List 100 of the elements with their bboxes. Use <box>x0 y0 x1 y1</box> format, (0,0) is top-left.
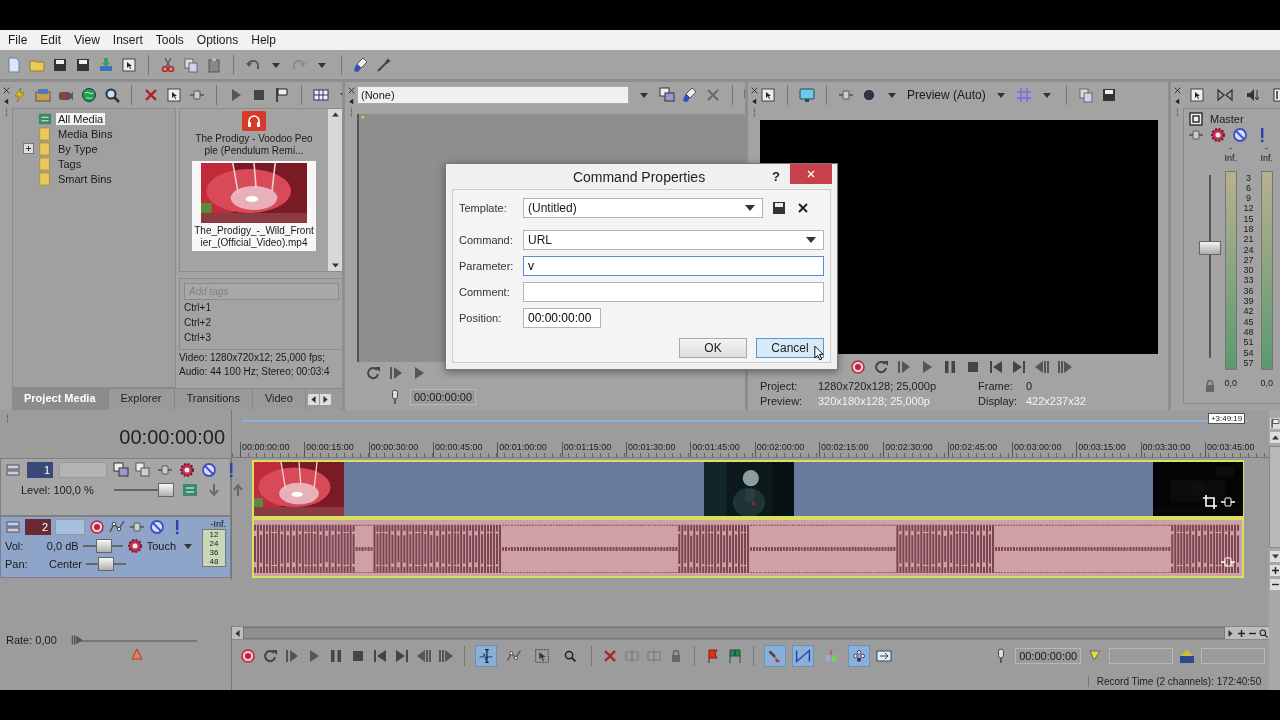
cut-icon[interactable] <box>160 56 176 73</box>
paste-icon[interactable] <box>206 56 222 73</box>
circle-icon[interactable] <box>861 87 877 103</box>
clear-icon[interactable] <box>705 87 721 103</box>
undock-icon[interactable] <box>346 97 356 106</box>
brush-icon[interactable] <box>353 56 369 73</box>
tree-item[interactable]: All Media <box>56 112 106 125</box>
menu-item[interactable]: Tools <box>150 33 192 47</box>
auto-scroll-icon[interactable] <box>876 648 892 664</box>
pause-icon[interactable] <box>328 648 344 664</box>
menu-item[interactable]: Options <box>191 33 247 47</box>
track-name-field[interactable] <box>55 519 85 535</box>
undock-icon[interactable] <box>1172 97 1182 106</box>
region-icon[interactable] <box>727 648 743 664</box>
play-from-start-icon[interactable] <box>388 365 404 381</box>
menu-item[interactable]: Edit <box>35 33 70 47</box>
copy-icon[interactable] <box>183 56 199 73</box>
previous-icon[interactable] <box>372 648 388 664</box>
flag-icon[interactable] <box>274 87 290 103</box>
loop-icon[interactable] <box>262 648 278 664</box>
gear-icon[interactable] <box>126 538 143 554</box>
view-icon[interactable] <box>313 87 329 103</box>
save-as-icon[interactable] <box>75 56 91 73</box>
new-file-icon[interactable] <box>6 56 22 73</box>
position-field[interactable]: 00:00:00:00 <box>523 308 601 328</box>
zoom-in-icon[interactable] <box>1236 627 1248 639</box>
tab-right-icon[interactable] <box>319 394 331 405</box>
crop-icon[interactable] <box>1202 494 1218 510</box>
marker-icon[interactable] <box>705 648 721 664</box>
media-icon[interactable] <box>659 87 675 103</box>
close-icon[interactable] <box>1 86 11 95</box>
track-header[interactable]: 2 Vol: 0,0 dB Touch Pan: Center -Inf. 12 24 36 48 <box>0 516 231 578</box>
scroll-down-icon[interactable] <box>330 260 341 271</box>
slider-thumb[interactable] <box>95 539 112 553</box>
timecode-field[interactable]: 00:00:00:00 <box>410 389 477 405</box>
menu-item[interactable]: Help <box>246 33 284 47</box>
next-frame-icon[interactable] <box>438 648 454 664</box>
properties-icon[interactable] <box>1189 87 1205 103</box>
mute-icon[interactable] <box>1232 127 1248 143</box>
menu-item[interactable]: File <box>3 33 36 47</box>
arm-record-icon[interactable] <box>89 519 105 535</box>
automation-mode[interactable]: Touch <box>146 540 176 552</box>
lock-envelopes-icon[interactable] <box>848 645 870 667</box>
loop-icon[interactable] <box>873 359 889 375</box>
video-event[interactable] <box>252 460 1244 518</box>
tree-item[interactable]: Media Bins <box>56 127 115 140</box>
next-frame-icon[interactable] <box>1057 359 1073 375</box>
help-button[interactable]: ? <box>772 169 780 184</box>
menu-item[interactable]: View <box>69 33 108 47</box>
previous-frame-icon[interactable] <box>416 648 432 664</box>
command-dropdown[interactable]: URL <box>523 230 824 250</box>
previous-icon[interactable] <box>988 359 1004 375</box>
composite-icon[interactable] <box>113 462 129 478</box>
tree-item[interactable]: Smart Bins <box>56 172 114 185</box>
media-item[interactable]: The Prodigy - Voodoo People (Pendulum Remi... <box>192 109 316 159</box>
flag-icon[interactable] <box>1269 418 1280 429</box>
close-button[interactable] <box>790 163 832 184</box>
preview-quality-dropdown[interactable]: Preview (Auto) <box>907 88 986 102</box>
close-icon[interactable] <box>1172 86 1182 95</box>
zoom-out-icon[interactable] <box>1269 579 1280 590</box>
selector-dropdown[interactable]: (None) <box>357 86 629 104</box>
previous-frame-icon[interactable] <box>1034 359 1050 375</box>
scroll-up-icon[interactable] <box>330 109 341 120</box>
empty-field[interactable] <box>1109 648 1174 664</box>
rate-marker-icon[interactable] <box>130 648 143 660</box>
undock-icon[interactable] <box>1 97 11 106</box>
bus-icon[interactable] <box>1188 111 1204 127</box>
text-field[interactable] <box>523 282 824 302</box>
stop-icon[interactable] <box>350 648 366 664</box>
record-icon[interactable] <box>850 359 866 375</box>
globe-icon[interactable] <box>81 87 97 103</box>
dim-icon[interactable] <box>1245 87 1261 103</box>
search-icon[interactable] <box>104 87 120 103</box>
zoom-icon[interactable] <box>1258 627 1270 639</box>
loop-icon[interactable] <box>365 365 381 381</box>
scroll-up-icon[interactable] <box>1269 432 1280 443</box>
crossfade-icon[interactable] <box>792 645 814 667</box>
monitor-icon[interactable] <box>799 87 815 103</box>
region-icon[interactable] <box>1179 648 1196 664</box>
collapse-icon[interactable] <box>5 519 21 535</box>
scrollbar[interactable] <box>328 109 342 271</box>
dialog-button[interactable]: OK <box>679 338 747 358</box>
timecode-field[interactable]: 00:00:00:00 <box>1015 648 1082 664</box>
play-from-start-icon[interactable] <box>284 648 300 664</box>
gear-icon[interactable] <box>1210 127 1226 143</box>
media-item[interactable]: The_Prodigy_-_Wild_Frontier_(Official_Video).mp4 <box>192 161 316 251</box>
tree-item[interactable]: By Type <box>56 142 100 155</box>
undock-icon[interactable] <box>749 97 759 106</box>
play-from-start-icon[interactable] <box>896 359 912 375</box>
empty-field[interactable] <box>1201 648 1266 664</box>
snap-icon[interactable] <box>764 645 786 667</box>
record-icon[interactable] <box>240 648 256 664</box>
dialog-button[interactable]: Cancel <box>756 338 824 358</box>
stop-icon[interactable] <box>965 359 981 375</box>
envelope-icon[interactable] <box>109 519 125 535</box>
downmix-icon[interactable] <box>1217 87 1233 103</box>
collapse-icon[interactable] <box>5 462 21 478</box>
menu-item[interactable]: Insert <box>107 33 151 47</box>
plug-icon[interactable] <box>1220 494 1236 510</box>
wand-icon[interactable] <box>376 56 392 73</box>
